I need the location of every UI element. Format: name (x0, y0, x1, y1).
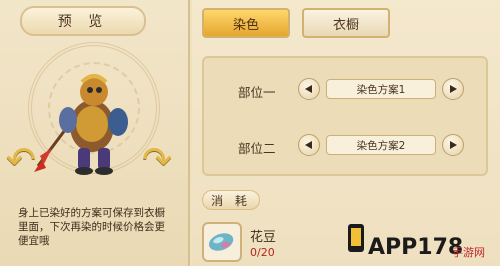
preview-note: 身上已染好的方案可保存到衣橱里面，下次再染的时候价格会更便宜哦 (18, 207, 165, 247)
triangle-left-icon (305, 85, 312, 93)
triangle-right-icon (450, 141, 457, 149)
character-model (34, 74, 128, 175)
part-one-label: 部位一 (238, 85, 276, 100)
item-slot[interactable] (202, 222, 242, 262)
part-one-option: 染色方案1 (326, 79, 436, 99)
item-name: 花豆 (250, 230, 277, 245)
consume-header: 消 耗 (202, 190, 260, 210)
triangle-right-icon (450, 85, 457, 93)
preview-panel: 预 览 ↶ ↷ 身上已染好的方案可保存到衣橱里面，下次再染的时候价格会更便宜哦 (0, 0, 190, 266)
part-two-next-button[interactable] (442, 134, 464, 156)
part-one-prev-button[interactable] (298, 78, 320, 100)
bean-item-icon (208, 233, 234, 251)
part-two-option: 染色方案2 (326, 135, 436, 155)
dye-options-box: 部位一 染色方案1 部位二 染色方案2 (202, 56, 488, 176)
rotate-right-arrow-icon[interactable]: ↷ (140, 138, 174, 184)
app178-watermark-logo: APP178 手游网 (348, 224, 485, 260)
tab-wardrobe[interactable]: 衣橱 (302, 8, 390, 38)
preview-title: 预 览 (20, 6, 146, 36)
watermark-tagline: 手游网 (452, 245, 485, 259)
item-count: 0/20 (250, 246, 275, 259)
rotate-left-arrow-icon[interactable]: ↶ (4, 138, 38, 184)
tab-dye[interactable]: 染色 (202, 8, 290, 38)
watermark-brand: APP178 (368, 235, 463, 260)
part-two-label: 部位二 (238, 141, 276, 156)
part-two-prev-button[interactable] (298, 134, 320, 156)
part-one-next-button[interactable] (442, 78, 464, 100)
triangle-left-icon (305, 141, 312, 149)
